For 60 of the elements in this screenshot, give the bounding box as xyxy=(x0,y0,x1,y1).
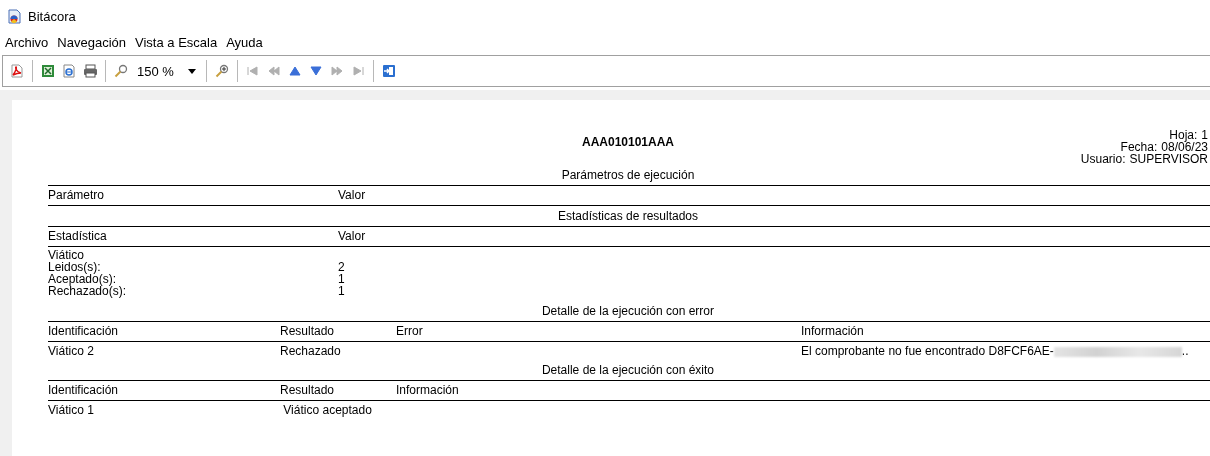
app-icon xyxy=(8,8,21,24)
column-header: Resultado xyxy=(280,382,336,399)
info-label: Hoja: xyxy=(1169,129,1198,141)
table-cell-text: Viático xyxy=(48,249,85,261)
table-cell-text: Leidos(s): xyxy=(48,261,102,273)
print-button[interactable] xyxy=(81,61,99,81)
section-title: Parámetros de ejecución xyxy=(561,168,695,182)
menu-item[interactable]: Navegación xyxy=(57,34,126,50)
column-header: Identificación xyxy=(48,323,120,340)
next-page-icon xyxy=(330,65,343,77)
table-cell-text: 1 xyxy=(338,273,346,285)
excel-export-icon xyxy=(41,64,55,78)
info-value: SUPERVISOR xyxy=(1129,153,1208,165)
pdf-export-icon xyxy=(10,64,24,78)
column-header: Parámetro xyxy=(48,187,106,204)
document-export-button[interactable] xyxy=(60,61,78,81)
info-label: Usuario: xyxy=(1080,153,1126,165)
column-header: Identificación xyxy=(48,382,120,399)
print-icon xyxy=(82,64,98,78)
zoom-in-icon xyxy=(214,64,229,78)
page-down-icon xyxy=(309,65,322,77)
table-cell-text: Viático aceptado xyxy=(282,402,373,419)
menu-item[interactable]: Vista a Escala xyxy=(135,34,218,50)
section-title: Detalle de la ejecución con éxito xyxy=(541,363,715,377)
column-header: Estadística xyxy=(48,228,108,245)
report-title: AAA010101AAA xyxy=(581,135,674,149)
menu-item[interactable]: Archivo xyxy=(5,34,49,50)
page-up-icon xyxy=(288,65,301,77)
last-page-icon xyxy=(351,65,364,77)
table-cell-text: Viático 2 xyxy=(48,343,95,360)
column-header: Información xyxy=(396,382,460,399)
zoom-value: 150 % xyxy=(137,63,174,79)
exit-icon xyxy=(381,64,396,78)
section-title: Detalle de la ejecución con error xyxy=(541,304,715,318)
column-header: Valor xyxy=(338,187,367,204)
column-header: Valor xyxy=(338,228,367,245)
section-title: Estadísticas de resultados xyxy=(557,209,699,223)
table-cell: El comprobante no fue encontrado D8FCF6AE- xyxy=(801,344,1054,358)
table-cell-text: Rechazado xyxy=(280,343,342,360)
window-title: Bitácora xyxy=(28,8,76,24)
ellipsis-text: .. xyxy=(1181,344,1189,358)
column-header: Información xyxy=(801,323,865,340)
first-page-icon xyxy=(246,65,259,77)
caret-icon xyxy=(187,68,196,74)
pdf-export-button[interactable] xyxy=(8,61,26,81)
column-header: Resultado xyxy=(280,323,336,340)
info-value: 08/06/23 xyxy=(1161,141,1208,153)
previous-page-icon xyxy=(267,65,280,77)
menu-item[interactable]: Ayuda xyxy=(226,34,263,50)
table-cell-text: Viático 1 xyxy=(48,402,95,419)
document-export-icon xyxy=(62,64,76,78)
table-cell-text: 2 xyxy=(338,261,346,273)
table-cell-text: Aceptado(s): xyxy=(48,273,117,285)
search-icon xyxy=(114,64,128,78)
table-cell-text: Rechazado(s): xyxy=(48,285,128,297)
info-label: Fecha: xyxy=(1120,141,1158,153)
column-header: Error xyxy=(396,323,424,340)
info-value: 1 xyxy=(1201,129,1208,141)
zoom-dropdown[interactable]: 150 % xyxy=(133,61,200,81)
table-cell-text: 1 xyxy=(338,285,346,297)
